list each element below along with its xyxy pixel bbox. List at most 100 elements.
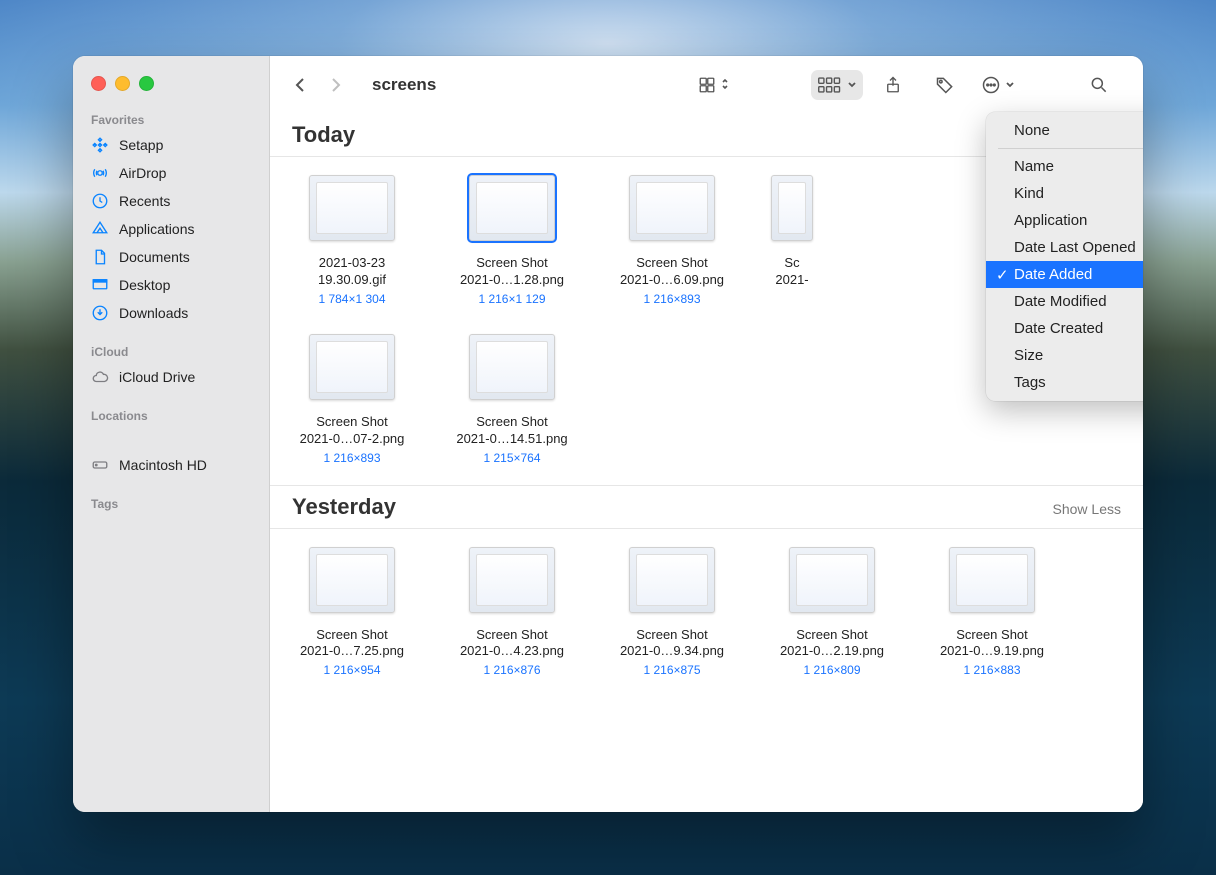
file-dimensions: 1 216×1 129 bbox=[478, 292, 545, 306]
clock-icon bbox=[91, 192, 109, 210]
menu-separator bbox=[998, 148, 1143, 149]
file-dimensions: 1 216×875 bbox=[643, 663, 700, 677]
file-name: Screen Shot 2021-0…4.23.png bbox=[460, 627, 564, 661]
sort-menu-item-date-added[interactable]: Date Added bbox=[986, 261, 1143, 288]
window-controls bbox=[73, 76, 269, 107]
file-thumbnail bbox=[309, 547, 395, 613]
file-name: Screen Shot 2021-0…14.51.png bbox=[456, 414, 567, 448]
sidebar-item-label: Setapp bbox=[119, 137, 163, 153]
file-name: 2021-03-23 19.30.09.gif bbox=[318, 255, 386, 289]
group-header-yesterday: Yesterday Show Less bbox=[270, 485, 1143, 529]
sort-menu-item-size[interactable]: Size bbox=[986, 342, 1143, 369]
zoom-window-button[interactable] bbox=[139, 76, 154, 91]
sidebar-item-downloads[interactable]: Downloads bbox=[73, 299, 269, 327]
sidebar-item-airdrop[interactable]: AirDrop bbox=[73, 159, 269, 187]
file-thumbnail bbox=[771, 175, 813, 241]
close-window-button[interactable] bbox=[91, 76, 106, 91]
sidebar-item-label: Documents bbox=[119, 249, 190, 265]
file-grid-yesterday: Screen Shot 2021-0…7.25.png 1 216×954 Sc… bbox=[270, 529, 1143, 698]
file-thumbnail bbox=[629, 547, 715, 613]
file-thumbnail bbox=[469, 547, 555, 613]
sidebar-item-label: Downloads bbox=[119, 305, 188, 321]
sidebar-item-macintosh-hd[interactable]: Macintosh HD bbox=[73, 451, 269, 479]
share-button[interactable] bbox=[871, 70, 915, 100]
group-by-button[interactable] bbox=[811, 70, 863, 100]
sidebar-item-setapp[interactable]: Setapp bbox=[73, 131, 269, 159]
file-item[interactable]: Screen Shot 2021-0…07-2.png 1 216×893 bbox=[282, 334, 422, 465]
forward-button[interactable] bbox=[322, 71, 350, 99]
sidebar-item-label: AirDrop bbox=[119, 165, 166, 181]
document-icon bbox=[91, 248, 109, 266]
file-dimensions: 1 216×883 bbox=[963, 663, 1020, 677]
sidebar-item-documents[interactable]: Documents bbox=[73, 243, 269, 271]
sidebar-item-label: Recents bbox=[119, 193, 170, 209]
sidebar-item-icloud-drive[interactable]: iCloud Drive bbox=[73, 363, 269, 391]
file-item[interactable]: Screen Shot 2021-0…9.34.png 1 216×875 bbox=[602, 547, 742, 678]
file-name: Screen Shot 2021-0…2.19.png bbox=[780, 627, 884, 661]
file-thumbnail bbox=[469, 175, 555, 241]
file-item[interactable]: Screen Shot 2021-0…14.51.png 1 215×764 bbox=[442, 334, 582, 465]
file-item[interactable]: Screen Shot 2021-0…1.28.png 1 216×1 129 bbox=[442, 175, 582, 306]
sidebar-item-recents[interactable]: Recents bbox=[73, 187, 269, 215]
sidebar-item-label: Applications bbox=[119, 221, 195, 237]
hard-drive-icon bbox=[91, 456, 109, 474]
search-button[interactable] bbox=[1077, 70, 1121, 100]
file-item[interactable]: Screen Shot 2021-0…9.19.png 1 216×883 bbox=[922, 547, 1062, 678]
group-title: Today bbox=[292, 122, 355, 148]
sort-menu-item-application[interactable]: Application bbox=[986, 207, 1143, 234]
minimize-window-button[interactable] bbox=[115, 76, 130, 91]
sidebar-item-label: iCloud Drive bbox=[119, 369, 195, 385]
applications-icon bbox=[91, 220, 109, 238]
file-thumbnail bbox=[469, 334, 555, 400]
sort-menu-item-date-created[interactable]: Date Created bbox=[986, 315, 1143, 342]
sidebar-section-icloud: iCloud bbox=[73, 339, 269, 363]
desktop-icon bbox=[91, 276, 109, 294]
file-item[interactable]: Sc 2021- bbox=[762, 175, 822, 306]
setapp-icon bbox=[91, 136, 109, 154]
sidebar-section-favorites: Favorites bbox=[73, 107, 269, 131]
tags-button[interactable] bbox=[923, 70, 967, 100]
sidebar-item-label: Macintosh HD bbox=[119, 457, 207, 473]
file-dimensions: 1 216×893 bbox=[643, 292, 700, 306]
chevron-down-icon bbox=[1005, 76, 1015, 94]
file-name: Screen Shot 2021-0…7.25.png bbox=[300, 627, 404, 661]
view-mode-button[interactable] bbox=[691, 70, 735, 100]
file-thumbnail bbox=[309, 175, 395, 241]
sort-menu-item-none[interactable]: None bbox=[986, 117, 1143, 144]
file-name: Screen Shot 2021-0…6.09.png bbox=[620, 255, 724, 289]
file-item[interactable]: Screen Shot 2021-0…2.19.png 1 216×809 bbox=[762, 547, 902, 678]
file-name: Screen Shot 2021-0…1.28.png bbox=[460, 255, 564, 289]
file-item[interactable]: 2021-03-23 19.30.09.gif 1 784×1 304 bbox=[282, 175, 422, 306]
file-dimensions: 1 216×876 bbox=[483, 663, 540, 677]
file-item[interactable]: Screen Shot 2021-0…4.23.png 1 216×876 bbox=[442, 547, 582, 678]
file-name: Screen Shot 2021-0…9.34.png bbox=[620, 627, 724, 661]
file-item[interactable]: Screen Shot 2021-0…7.25.png 1 216×954 bbox=[282, 547, 422, 678]
chevron-updown-icon bbox=[721, 77, 729, 93]
file-name: Screen Shot 2021-0…9.19.png bbox=[940, 627, 1044, 661]
file-thumbnail bbox=[949, 547, 1035, 613]
icloud-icon bbox=[91, 368, 109, 386]
sidebar-item-applications[interactable]: Applications bbox=[73, 215, 269, 243]
file-thumbnail bbox=[629, 175, 715, 241]
sidebar-section-locations: Locations bbox=[73, 403, 269, 427]
file-item[interactable]: Screen Shot 2021-0…6.09.png 1 216×893 bbox=[602, 175, 742, 306]
back-button[interactable] bbox=[286, 71, 314, 99]
sort-menu-item-date-modified[interactable]: Date Modified bbox=[986, 288, 1143, 315]
chevron-down-icon bbox=[847, 76, 857, 94]
group-title: Yesterday bbox=[292, 494, 396, 520]
sort-menu-item-kind[interactable]: Kind bbox=[986, 180, 1143, 207]
sort-menu-item-name[interactable]: Name bbox=[986, 153, 1143, 180]
sort-menu-item-date-last-opened[interactable]: Date Last Opened bbox=[986, 234, 1143, 261]
sidebar-section-tags: Tags bbox=[73, 491, 269, 515]
file-name: Sc 2021- bbox=[775, 255, 808, 289]
more-actions-button[interactable] bbox=[975, 70, 1021, 100]
show-less-button[interactable]: Show Less bbox=[1053, 501, 1121, 517]
file-dimensions: 1 216×893 bbox=[323, 451, 380, 465]
sort-by-menu: None Name Kind Application Date Last Ope… bbox=[986, 112, 1143, 401]
file-dimensions: 1 216×954 bbox=[323, 663, 380, 677]
sort-menu-item-tags[interactable]: Tags bbox=[986, 369, 1143, 396]
toolbar: screens bbox=[270, 56, 1143, 114]
folder-title: screens bbox=[372, 75, 436, 95]
sidebar-item-desktop[interactable]: Desktop bbox=[73, 271, 269, 299]
content-area: screens bbox=[270, 56, 1143, 812]
